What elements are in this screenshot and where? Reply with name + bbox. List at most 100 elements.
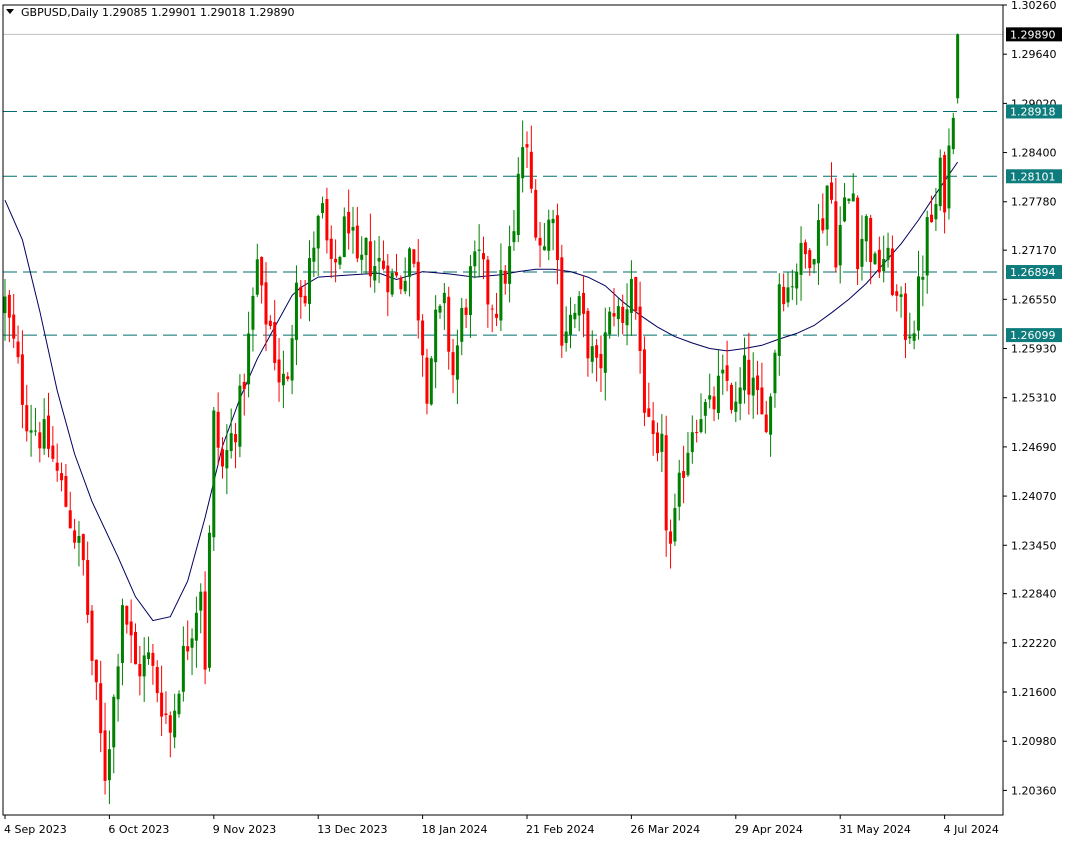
x-tick-label: 9 Nov 2023 (213, 823, 276, 836)
candle-body-bull (547, 219, 551, 251)
x-tick-label: 26 Mar 2024 (630, 823, 700, 836)
candle-body-bear (486, 259, 490, 305)
x-tick-label: 6 Oct 2023 (108, 823, 169, 836)
y-tick-label: 1.28400 (1011, 147, 1057, 160)
candle-body-bull (716, 375, 720, 413)
candle-body-bear (20, 354, 24, 405)
candle-body-bear (264, 282, 268, 325)
candle-body-bull (373, 266, 377, 281)
candle-body-bear (125, 605, 129, 625)
candle-body-bear (895, 291, 899, 296)
candle-body-bear (495, 313, 499, 318)
candle-body-bull (951, 117, 955, 150)
current-price-label: 1.29890 (1010, 28, 1056, 41)
candle-body-bull (255, 259, 259, 295)
candle-body-bull (351, 226, 355, 231)
candle-body-bull (577, 296, 581, 316)
candle-body-bear (81, 534, 85, 561)
candle-body-bear (12, 314, 16, 339)
candle-body-bull (703, 401, 707, 416)
candle-body-bull (147, 652, 151, 659)
candle-body-bear (808, 250, 812, 269)
candle-body-bear (638, 306, 642, 351)
candle-body-bear (830, 182, 833, 200)
candle-body-bear (856, 197, 860, 270)
level-price-label: 1.26894 (1010, 266, 1056, 279)
x-tick-label: 4 Jul 2024 (944, 823, 999, 836)
candle-body-bull (120, 605, 124, 663)
candle-body-bull (308, 258, 311, 304)
candle-body-bull (290, 338, 294, 381)
candle-body-bear (599, 353, 603, 369)
candle-body-bull (477, 249, 481, 251)
candle-body-bull (173, 710, 177, 738)
y-tick-label: 1.22840 (1011, 588, 1057, 601)
y-tick-label: 1.30260 (1011, 0, 1057, 12)
candle-body-bear (656, 432, 659, 454)
candle-body-bear (560, 257, 564, 346)
candle-body-bull (229, 433, 233, 452)
candle-body-bear (334, 258, 338, 263)
candle-body-bear (503, 270, 507, 284)
candle-body-bull (194, 612, 198, 641)
candle-body-bull (777, 284, 781, 356)
candle-body-bull (699, 419, 703, 433)
candle-body-bear (16, 341, 20, 358)
candle-body-bull (738, 387, 742, 404)
y-tick-label: 1.24690 (1011, 441, 1057, 454)
candle-body-bear (642, 349, 646, 413)
candle-body-bear (286, 376, 290, 379)
candle-body-bull (751, 377, 755, 396)
candle-body-bear (60, 473, 64, 481)
candle-body-bull (677, 472, 681, 507)
candle-body-bull (77, 535, 81, 543)
candle-body-bull (921, 276, 925, 280)
candle-body-bear (764, 414, 768, 433)
candle-body-bear (669, 531, 673, 544)
candle-body-bull (542, 246, 546, 251)
candle-body-bull (364, 237, 368, 256)
candle-body-bull (142, 655, 146, 677)
x-tick-label: 18 Jan 2024 (422, 823, 488, 836)
x-tick-label: 21 Feb 2024 (526, 823, 594, 836)
candle-body-bull (390, 272, 394, 295)
candle-body-bear (534, 189, 538, 238)
candle-body-bear (203, 591, 207, 670)
candle-body-bear (425, 357, 429, 404)
y-tick-label: 1.20980 (1011, 735, 1057, 748)
chart-root: 1.30260 1.29640 1.29020 1.28400 1.27780 1.271… (0, 0, 1068, 840)
candle-body-bull (838, 224, 842, 266)
candle-body-bull (251, 295, 255, 330)
candle-body-bear (51, 445, 55, 459)
candle-body-bull (908, 336, 912, 339)
candle-body-bear (712, 396, 716, 410)
candle-body-bull (181, 645, 185, 692)
candle-body-bull (851, 193, 855, 202)
candle-body-bear (329, 238, 333, 259)
candle-body-bear (890, 248, 894, 295)
candle-body-bull (434, 309, 438, 363)
candle-body-bear (216, 411, 220, 448)
candle-body-bear (525, 144, 529, 148)
candle-body-bear (451, 352, 455, 376)
candle-body-bear (368, 241, 372, 277)
candle-body-bull (521, 147, 525, 179)
candle-body-bull (917, 276, 920, 331)
candle-body-bull (408, 248, 412, 277)
candle-body-bull (956, 34, 960, 99)
candle-body-bear (38, 432, 42, 449)
candle-body-bull (625, 309, 629, 326)
price-chart[interactable]: 1.302601.296401.290201.284001.277801.271… (0, 0, 1068, 840)
candle-body-bear (151, 652, 155, 666)
candle-body-bull (508, 246, 512, 284)
candle-body-bull (551, 218, 555, 224)
candle-body-bull (938, 157, 942, 207)
candle-body-bear (695, 431, 699, 433)
candle-body-bull (603, 332, 607, 373)
candle-body-bear (760, 387, 764, 415)
candle-body-bear (221, 449, 224, 467)
y-tick-label: 1.27170 (1011, 244, 1057, 257)
candle-body-bear (725, 365, 729, 381)
candle-body-bear (160, 692, 164, 717)
candle-body-bull (473, 251, 477, 267)
